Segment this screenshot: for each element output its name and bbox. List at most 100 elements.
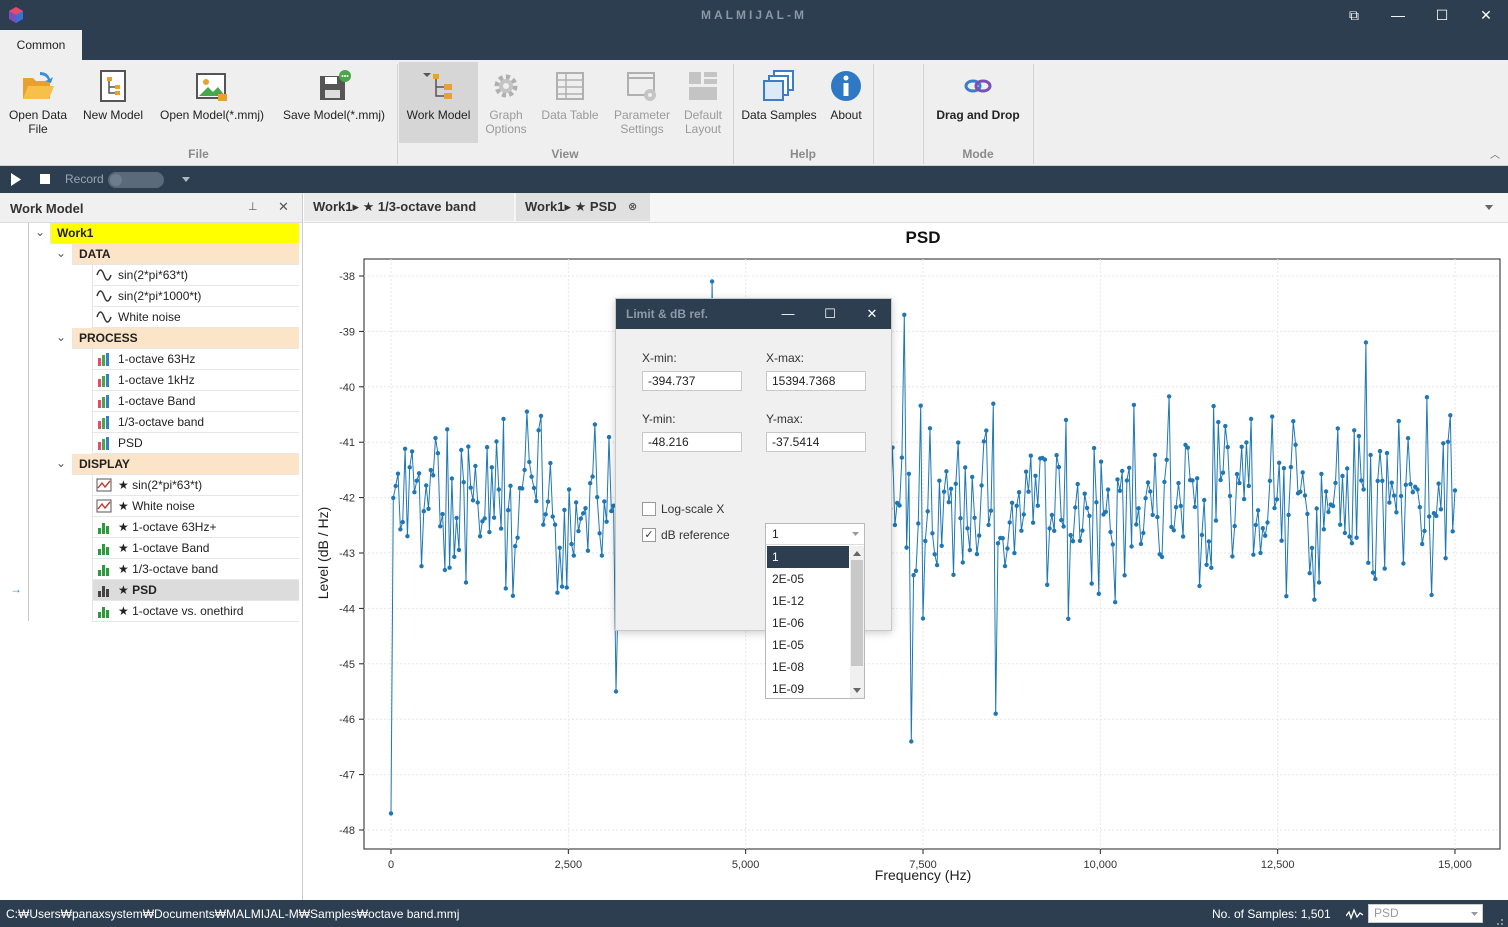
dock-icon[interactable]: ⧉	[1332, 0, 1376, 30]
tree-item[interactable]: 1-octave 63Hz	[92, 349, 299, 370]
xmax-input[interactable]	[766, 371, 866, 391]
data-point	[529, 474, 534, 479]
psd-chart[interactable]: 0 2,500 5,000 7,500 10,000 12,500 15,000 -38 -39…	[304, 222, 1508, 900]
dialog-maximize-icon[interactable]: ☐	[810, 299, 850, 329]
ymax-label: Y-max:	[766, 412, 803, 426]
data-point	[1363, 340, 1369, 345]
close-tab-icon[interactable]: ⊗	[628, 193, 637, 221]
tree-root-work1[interactable]: Work1	[50, 223, 299, 244]
work-model-button[interactable]: Work Model	[399, 62, 478, 143]
data-point	[452, 554, 457, 559]
log-scale-x-checkbox[interactable]	[642, 502, 656, 516]
data-point	[1394, 510, 1399, 515]
tree-item[interactable]: 1-octave Band	[92, 391, 299, 412]
data-point	[1178, 503, 1183, 509]
resize-grip-icon[interactable]	[1492, 914, 1504, 926]
expand-chevron-icon[interactable]: ⌄	[56, 331, 66, 343]
data-point	[424, 483, 429, 488]
display-select[interactable]: PSD	[1368, 904, 1483, 923]
chevron-down-icon[interactable]	[182, 177, 190, 182]
tree-group-display[interactable]: DISPLAY	[72, 454, 299, 475]
scrollbar-thumb[interactable]	[851, 560, 863, 666]
ymax-input[interactable]	[766, 432, 866, 452]
scroll-down-icon[interactable]	[853, 688, 861, 693]
open-model-button[interactable]: Open Model(*.mmj)	[154, 62, 270, 142]
record-toggle[interactable]	[108, 172, 164, 188]
open-data-file-button[interactable]: Open Data File	[4, 62, 72, 142]
dialog-close-icon[interactable]: ✕	[852, 299, 892, 329]
tree-item[interactable]: White noise	[92, 307, 299, 328]
graph-options-button[interactable]: Graph Options	[478, 62, 534, 142]
maximize-button[interactable]: ☐	[1420, 0, 1464, 30]
tree-item[interactable]: ★ 1/3-octave band	[92, 559, 299, 580]
about-button[interactable]: About	[822, 62, 870, 142]
parameter-settings-button[interactable]: Parameter Settings	[608, 62, 676, 142]
data-point	[491, 515, 497, 520]
tree-item[interactable]: ★ 1-octave Band	[92, 538, 299, 559]
dropdown-option[interactable]: 1E-06	[767, 612, 849, 634]
data-table-button[interactable]: Data Table	[536, 62, 604, 142]
data-point	[1253, 522, 1258, 528]
dropdown-option[interactable]: 1E-12	[767, 590, 849, 612]
data-point	[972, 515, 977, 520]
tree-item[interactable]: sin(2*pi*1000*t)	[92, 286, 299, 307]
dropdown-option[interactable]: 1	[767, 546, 849, 568]
expand-chevron-icon[interactable]: ⌄	[35, 226, 45, 238]
tree-group-process[interactable]: PROCESS	[72, 328, 299, 349]
tree-item[interactable]: ★ PSD	[92, 580, 299, 601]
dropdown-option[interactable]: 2E-05	[767, 568, 849, 590]
dropdown-option[interactable]: 1E-05	[767, 634, 849, 656]
dropdown-scrollbar[interactable]	[850, 546, 864, 698]
tree-item[interactable]: ★ 1-octave 63Hz+	[92, 517, 299, 538]
data-point	[1291, 419, 1296, 424]
chevron-down-icon[interactable]	[852, 532, 859, 536]
expand-chevron-icon[interactable]: ⌄	[56, 247, 66, 259]
data-point	[1113, 600, 1118, 605]
tab-common[interactable]: Common	[0, 30, 82, 60]
data-point	[1098, 459, 1104, 464]
default-layout-button[interactable]: Default Layout	[676, 62, 730, 142]
tree-item[interactable]: 1-octave 1kHz	[92, 370, 299, 391]
close-button[interactable]: ✕	[1464, 0, 1508, 30]
ymin-input[interactable]	[642, 432, 742, 452]
group-label-mode: Mode	[962, 147, 994, 161]
dropdown-option[interactable]: 1E-09	[767, 678, 849, 700]
scroll-up-icon[interactable]	[853, 551, 861, 556]
data-point	[461, 480, 466, 485]
save-model-button[interactable]: Save Model(*.mmj)	[278, 62, 390, 142]
tab-list-chevron-icon[interactable]	[1485, 205, 1493, 210]
new-model-button[interactable]: New Model	[78, 62, 148, 142]
y-tick-label: -39	[339, 326, 355, 338]
collapse-ribbon-icon[interactable]: ︿	[1490, 146, 1500, 161]
data-point	[506, 508, 511, 513]
expand-chevron-icon[interactable]: ⌄	[56, 457, 66, 469]
data-point	[414, 478, 419, 483]
data-point	[1330, 503, 1336, 509]
minimize-button[interactable]: —	[1376, 0, 1420, 30]
data-point	[1326, 509, 1331, 515]
xmin-input[interactable]	[642, 371, 742, 391]
play-icon[interactable]	[10, 173, 22, 186]
db-reference-select[interactable]: 1	[766, 524, 864, 545]
dialog-minimize-icon[interactable]: —	[768, 299, 808, 329]
process-bars-icon	[98, 437, 109, 450]
pin-icon[interactable]: ⊥	[248, 200, 258, 213]
tree-item[interactable]: ★ sin(2*pi*63*t)	[92, 475, 299, 496]
db-reference-dropdown[interactable]: 1 1 2E-05 1E-12 1E-06 1E-05 1E-08 1E-09	[765, 523, 865, 699]
stop-icon[interactable]	[40, 174, 51, 185]
close-panel-icon[interactable]: ✕	[278, 199, 289, 215]
dropdown-option[interactable]: 1E-08	[767, 656, 849, 678]
tree-item[interactable]: ★ White noise	[92, 496, 299, 517]
tab-1-3-octave-band[interactable]: Work1▸ ★ 1/3-octave band	[304, 193, 514, 221]
drag-and-drop-button[interactable]: Drag and Drop	[928, 62, 1028, 142]
tree-icon	[422, 73, 452, 99]
tree-item[interactable]: PSD	[92, 433, 299, 454]
tree-item[interactable]: 1/3-octave band	[92, 412, 299, 433]
tree-item[interactable]: ★ 1-octave vs. onethird	[92, 601, 299, 622]
tree-group-data[interactable]: DATA	[72, 244, 299, 265]
data-samples-button[interactable]: Data Samples	[738, 62, 820, 142]
tab-psd[interactable]: Work1▸ ★ PSD ⊗	[516, 193, 650, 221]
db-reference-checkbox[interactable]: ✓	[642, 528, 656, 542]
tree-item[interactable]: sin(2*pi*63*t)	[92, 265, 299, 286]
data-point	[482, 516, 487, 521]
